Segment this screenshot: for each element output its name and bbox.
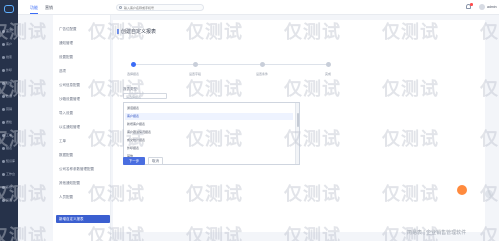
phone-icon	[2, 68, 5, 72]
home-icon	[2, 29, 5, 33]
nav-item[interactable]: 设置	[2, 197, 17, 203]
report-type-select[interactable]: 请选择报表	[123, 93, 167, 99]
notification-dot	[470, 3, 473, 6]
submenu-item[interactable]: 数据配置	[59, 153, 109, 158]
dropdown-option[interactable]: 新增客户报表	[125, 121, 293, 128]
submenu-item[interactable]: 选项	[59, 69, 109, 74]
step-2-dot	[193, 62, 198, 67]
submenu-item[interactable]: 导入设置	[59, 111, 109, 116]
left-nav: 首页客户线索外呼短信数据营销质检工单报表知识库工作台系统设置	[0, 0, 18, 241]
nav-item-label: 线索	[6, 55, 13, 59]
step-4-dot	[326, 62, 331, 67]
nav-item-label: 首页	[6, 29, 13, 33]
footer-watermark: 简易表 | 企业销售管理软件	[407, 230, 467, 236]
nav-item[interactable]: 客户	[2, 41, 17, 47]
submenu-item[interactable]: 通知管理	[59, 41, 109, 46]
search-box[interactable]	[116, 4, 204, 11]
submenu: 广告位配置通知管理设置配置选项公司信息配置 沙箱设置管理 导入设置以往通知管理 工单数…	[53, 15, 111, 241]
search-input[interactable]	[124, 5, 201, 10]
submenu-item[interactable]: 其他通知配置	[59, 181, 109, 186]
steps-track	[133, 64, 328, 65]
nav-item[interactable]: 报表	[2, 145, 17, 151]
message-icon	[2, 81, 5, 85]
nav-item[interactable]: 工单	[2, 132, 17, 138]
main-card: 创建自定义报表 选择报表 设置字段 设置条件 完成 报表类型： 请选择报表 通话…	[113, 20, 485, 232]
logo-icon[interactable]	[4, 5, 14, 13]
gear-icon	[2, 185, 5, 189]
nav-item[interactable]: 工作台	[2, 171, 17, 177]
megaphone-icon	[2, 107, 5, 111]
dropdown-option[interactable]: 通话报表	[125, 105, 293, 112]
user-name[interactable]: admin	[487, 5, 497, 9]
submenu-item[interactable]: 广告位配置	[59, 27, 109, 32]
report-icon	[2, 146, 5, 150]
service-chat-icon[interactable]	[457, 185, 467, 195]
ticket-icon	[2, 133, 5, 137]
book-icon	[2, 159, 5, 163]
dropdown-option[interactable]: 客户报表	[125, 113, 293, 120]
nav-item[interactable]: 营销	[2, 106, 17, 112]
nav-item-label: 客户	[6, 42, 13, 46]
nav-item[interactable]: 知识库	[2, 158, 17, 164]
search-icon	[119, 6, 122, 9]
settings-icon	[2, 198, 5, 202]
dropdown-option[interactable]: 成交统计报表	[125, 137, 293, 144]
nav-item[interactable]: 数据	[2, 93, 17, 99]
dropdown-option[interactable]: 外呼报表	[125, 145, 293, 152]
dropdown-option[interactable]: 客户跟进情况报表	[125, 129, 293, 136]
user-icon	[2, 42, 5, 46]
nav-item[interactable]: 外呼	[2, 67, 17, 73]
submenu-item[interactable]: 公司信息配置	[59, 83, 109, 88]
next-button[interactable]: 下一步	[123, 157, 145, 165]
cancel-button[interactable]: 取消	[148, 157, 163, 165]
nav-item-label: 报表	[6, 146, 13, 150]
nav-item-label: 工作台	[6, 172, 16, 176]
nav-item[interactable]: 短信	[2, 80, 17, 86]
nav-item-label: 质检	[6, 120, 13, 124]
step-label: 选择报表	[126, 72, 140, 76]
avatar[interactable]	[479, 4, 485, 10]
nav-item-label: 外呼	[6, 68, 13, 72]
step-label: 设置条件	[255, 72, 269, 76]
nav-item-label: 数据	[6, 94, 13, 98]
nav-item-label: 营销	[6, 107, 13, 111]
submenu-item[interactable]: 沙箱设置管理	[59, 97, 109, 102]
submenu-item[interactable]: 公司名称参数管理配置	[59, 167, 109, 172]
step-label: 设置字段	[188, 72, 202, 76]
nav-item-label: 短信	[6, 81, 13, 85]
nav-item-label: 知识库	[6, 159, 16, 163]
submenu-item[interactable]: 以往通知管理	[59, 125, 109, 130]
step-label: 完成	[324, 72, 332, 76]
submenu-item[interactable]: 工单	[59, 139, 109, 144]
nav-item-label: 设置	[6, 198, 13, 202]
submenu-item[interactable]: 设置配置	[59, 55, 109, 60]
back-to-top-icon[interactable]	[485, 190, 493, 198]
report-type-dropdown: 通话报表 客户报表 新增客户报表 客户跟进情况报表 成交统计报表 外呼报表 其他	[123, 102, 300, 165]
desk-icon	[2, 172, 5, 176]
nav-item[interactable]: 质检	[2, 119, 17, 125]
page-title: 创建自定义报表	[116, 28, 157, 35]
step-1-dot	[131, 62, 136, 67]
nav-item[interactable]: 系统	[2, 184, 17, 190]
tab-marketing[interactable]: 营销	[45, 5, 53, 11]
scrollbar-thumb[interactable]	[297, 113, 299, 127]
submenu-item[interactable]: 人员配置	[59, 195, 109, 200]
dropdown-scrollbar[interactable]	[295, 103, 299, 164]
submenu-item-active[interactable]: 新增自定义报表	[56, 215, 110, 223]
lead-icon	[2, 55, 5, 59]
check-icon	[2, 120, 5, 124]
step-3-dot	[260, 62, 265, 67]
chart-icon	[2, 94, 5, 98]
nav-item-label: 工单	[6, 133, 13, 137]
nav-item[interactable]: 首页	[2, 28, 17, 34]
top-header: 功能 营销 admin	[18, 0, 499, 15]
nav-item[interactable]: 线索	[2, 54, 17, 60]
nav-item-label: 系统	[6, 185, 13, 189]
tab-function[interactable]: 功能	[30, 5, 38, 14]
report-type-label: 报表类型：	[123, 87, 141, 91]
